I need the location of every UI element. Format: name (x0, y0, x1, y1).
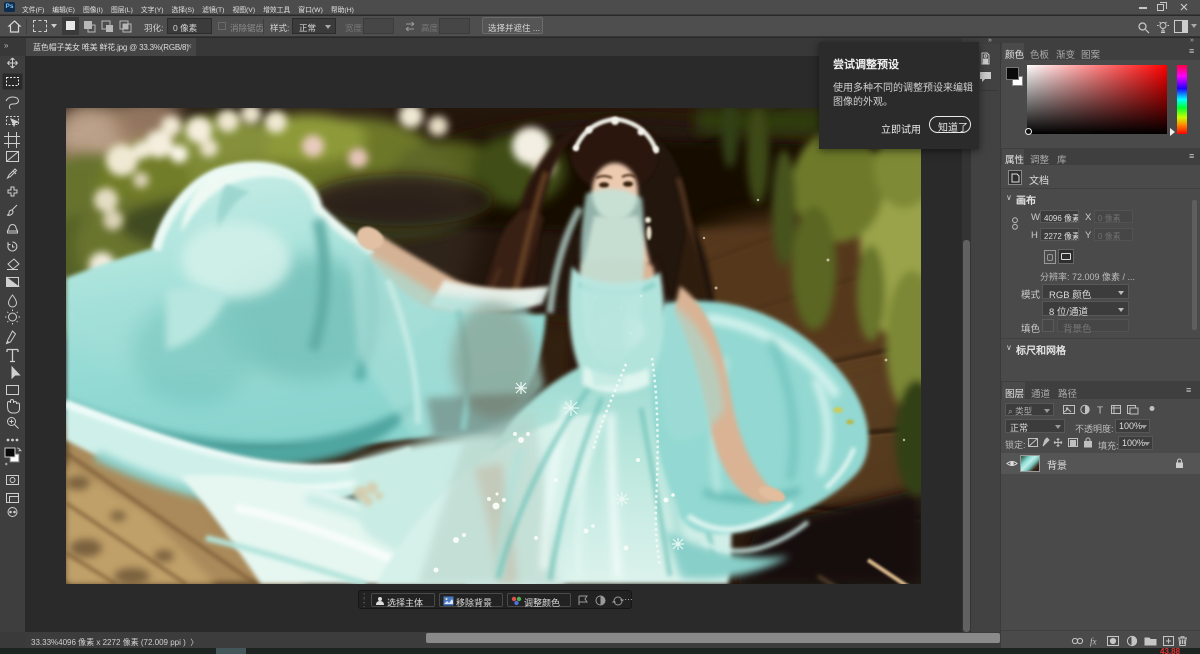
svg-text:T: T (1097, 406, 1103, 416)
svg-text:fx: fx (1090, 637, 1097, 647)
